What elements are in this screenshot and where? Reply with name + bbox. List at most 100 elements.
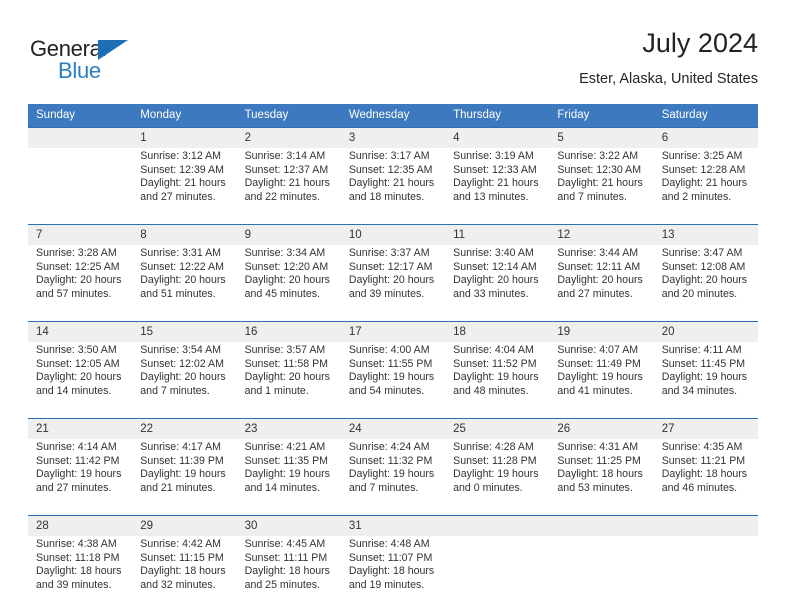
day-detail-cell[interactable]: Sunrise: 3:28 AM Sunset: 12:25 AM Daylight…	[28, 245, 133, 313]
day-number-cell[interactable]: 22	[132, 418, 237, 439]
day-number-cell[interactable]: 16	[236, 321, 341, 342]
general-blue-logo[interactable]: General Blue	[30, 36, 150, 88]
day-number-cell[interactable]: 18	[445, 321, 550, 342]
day-detail-cell[interactable]: Sunrise: 3:54 AM Sunset: 12:02 AM Daylight…	[132, 342, 237, 410]
sunset-text: Sunset: 11:42 PM	[36, 454, 120, 467]
day-detail-cell[interactable]: Sunrise: 4:28 AM Sunset: 11:28 PM Daylight…	[445, 439, 550, 507]
day-number-cell[interactable]: 21	[28, 418, 133, 439]
day-detail-cell[interactable]: Sunrise: 3:34 AM Sunset: 12:20 AM Daylight…	[236, 245, 341, 313]
day-number-cell[interactable]: 7	[28, 224, 133, 245]
day-number-cell[interactable]: 20	[653, 321, 758, 342]
sunrise-text: Sunrise: 4:21 AM	[244, 441, 326, 453]
day-number-cell[interactable]: 10	[340, 224, 446, 245]
day-number-cell[interactable]: 4	[445, 127, 550, 148]
day-number-cell[interactable]: 24	[340, 418, 446, 439]
sunrise-text: Sunrise: 3:50 AM	[36, 344, 117, 356]
day-detail-cell[interactable]: Sunrise: 4:38 AM Sunset: 11:18 PM Daylight…	[28, 536, 133, 604]
day-detail-cell[interactable]: Sunrise: 3:12 AM Sunset: 12:39 AM Daylight…	[132, 148, 237, 216]
day-detail-cell[interactable]: Sunrise: 4:21 AM Sunset: 11:35 PM Daylight…	[236, 439, 341, 507]
day-detail-cell[interactable]: Sunrise: 3:44 AM Sunset: 12:11 AM Daylight…	[549, 245, 654, 313]
day-number-cell[interactable]: 1	[132, 127, 237, 148]
day-number-cell[interactable]: 9	[236, 224, 341, 245]
day-number-cell[interactable]: 6	[653, 127, 758, 148]
day-detail-cell[interactable]: Sunrise: 3:14 AM Sunset: 12:37 AM Daylight…	[236, 148, 341, 216]
day-number-cell[interactable]: 13	[653, 224, 758, 245]
day-number-cell[interactable]: 17	[340, 321, 446, 342]
sunset-text: Sunset: 12:14 AM	[453, 260, 537, 273]
day-detail-cell[interactable]: Sunrise: 4:00 AM Sunset: 11:55 PM Daylight…	[340, 342, 446, 410]
daylight-1-text: Daylight: 18 hours	[661, 468, 748, 481]
day-detail-cell[interactable]: Sunrise: 4:24 AM Sunset: 11:32 PM Daylight…	[340, 439, 446, 507]
day-number-cell[interactable]: 25	[445, 418, 550, 439]
day-detail-cell[interactable]: Sunrise: 4:14 AM Sunset: 11:42 PM Daylight…	[28, 439, 133, 507]
day-detail-cell[interactable]: Sunrise: 3:47 AM Sunset: 12:08 AM Daylight…	[653, 245, 758, 313]
day-detail-cell[interactable]: Sunrise: 3:25 AM Sunset: 12:28 AM Daylight…	[653, 148, 758, 216]
day-number-cell[interactable]: 29	[132, 515, 237, 536]
daylight-1-text: Daylight: 19 hours	[661, 371, 748, 384]
spacer-cell	[28, 313, 133, 322]
day-detail-cell[interactable]: Sunrise: 3:37 AM Sunset: 12:17 AM Daylight…	[340, 245, 446, 313]
day-number-cell	[549, 515, 654, 536]
day-number-cell[interactable]: 14	[28, 321, 133, 342]
daylight-1-text: Daylight: 20 hours	[661, 274, 748, 287]
day-detail-cell[interactable]: Sunrise: 4:04 AM Sunset: 11:52 PM Daylight…	[445, 342, 550, 410]
daylight-1-text: Daylight: 21 hours	[661, 177, 748, 190]
spacer-cell	[653, 410, 758, 419]
day-number-cell[interactable]: 27	[653, 418, 758, 439]
spacer-cell	[132, 216, 237, 225]
sunrise-text: Sunrise: 3:19 AM	[453, 150, 534, 162]
day-number-cell[interactable]: 3	[340, 127, 446, 148]
day-detail-cell[interactable]: Sunrise: 4:11 AM Sunset: 11:45 PM Daylight…	[653, 342, 758, 410]
day-detail-cell[interactable]: Sunrise: 3:19 AM Sunset: 12:33 AM Daylight…	[445, 148, 550, 216]
day-detail-cell[interactable]: Sunrise: 3:17 AM Sunset: 12:35 AM Daylight…	[340, 148, 446, 216]
sunrise-text: Sunrise: 4:00 AM	[348, 344, 430, 356]
day-detail-cell[interactable]: Sunrise: 3:57 AM Sunset: 11:58 PM Daylight…	[236, 342, 341, 410]
daylight-1-text: Daylight: 21 hours	[453, 177, 539, 190]
day-number-cell[interactable]: 19	[549, 321, 654, 342]
day-detail-cell[interactable]: Sunrise: 4:31 AM Sunset: 11:25 PM Daylight…	[549, 439, 654, 507]
day-number-cell[interactable]: 11	[445, 224, 550, 245]
day-detail-cell[interactable]: Sunrise: 3:31 AM Sunset: 12:22 AM Daylight…	[132, 245, 237, 313]
day-number-cell[interactable]: 5	[549, 127, 654, 148]
day-number-cell[interactable]: 31	[340, 515, 446, 536]
day-detail-cell[interactable]: Sunrise: 4:45 AM Sunset: 11:11 PM Daylight…	[236, 536, 341, 604]
sunset-text: Sunset: 11:21 PM	[661, 454, 746, 467]
sunset-text: Sunset: 12:28 AM	[661, 163, 746, 176]
daylight-2-text: and 27 minutes.	[140, 190, 216, 203]
day-number-cell[interactable]: 28	[28, 515, 133, 536]
day-detail-cell[interactable]: Sunrise: 4:35 AM Sunset: 11:21 PM Daylight…	[653, 439, 758, 507]
sunrise-text: Sunrise: 3:54 AM	[140, 344, 221, 356]
daylight-2-text: and 34 minutes.	[661, 384, 738, 397]
daylight-1-text: Daylight: 20 hours	[140, 274, 226, 287]
day-number-cell[interactable]: 15	[132, 321, 237, 342]
daylight-1-text: Daylight: 21 hours	[557, 177, 643, 190]
day-detail-cell[interactable]: Sunrise: 3:50 AM Sunset: 12:05 AM Daylight…	[28, 342, 133, 410]
day-number-cell[interactable]: 8	[132, 224, 237, 245]
spacer-cell	[236, 313, 341, 322]
day-detail-cell[interactable]: Sunrise: 4:17 AM Sunset: 11:39 PM Daylight…	[132, 439, 237, 507]
day-detail-cell[interactable]: Sunrise: 4:42 AM Sunset: 11:15 PM Daylight…	[132, 536, 237, 604]
week-detail-row: Sunrise: 3:12 AM Sunset: 12:39 AM Daylight…	[28, 148, 758, 216]
day-detail-cell[interactable]: Sunrise: 3:22 AM Sunset: 12:30 AM Daylight…	[549, 148, 654, 216]
sunset-text: Sunset: 11:28 PM	[453, 454, 537, 467]
sunset-text: Sunset: 12:35 AM	[348, 163, 433, 176]
day-number-cell[interactable]: 23	[236, 418, 341, 439]
week-spacer-row	[28, 410, 758, 419]
sunrise-text: Sunrise: 3:44 AM	[557, 247, 639, 259]
day-detail-cell[interactable]: Sunrise: 4:48 AM Sunset: 11:07 PM Daylight…	[340, 536, 446, 604]
spacer-cell	[236, 507, 341, 516]
day-detail-cell[interactable]: Sunrise: 4:07 AM Sunset: 11:49 PM Daylight…	[549, 342, 654, 410]
sunset-text: Sunset: 11:52 PM	[453, 357, 537, 370]
day-number-cell[interactable]: 30	[236, 515, 341, 536]
sunset-text: Sunset: 12:05 AM	[36, 357, 120, 370]
sunset-text: Sunset: 12:25 AM	[36, 260, 120, 273]
calendar-header-row: Sunday Monday Tuesday Wednesday Thursday…	[28, 104, 758, 128]
day-detail-cell[interactable]: Sunrise: 3:40 AM Sunset: 12:14 AM Daylight…	[445, 245, 550, 313]
daylight-1-text: Daylight: 19 hours	[36, 468, 122, 481]
day-number-cell[interactable]: 12	[549, 224, 654, 245]
day-number-cell[interactable]: 2	[236, 127, 341, 148]
daylight-2-text: and 39 minutes.	[348, 287, 425, 300]
spacer-cell	[445, 216, 550, 225]
day-number-cell[interactable]: 26	[549, 418, 654, 439]
daylight-1-text: Daylight: 19 hours	[557, 371, 643, 384]
